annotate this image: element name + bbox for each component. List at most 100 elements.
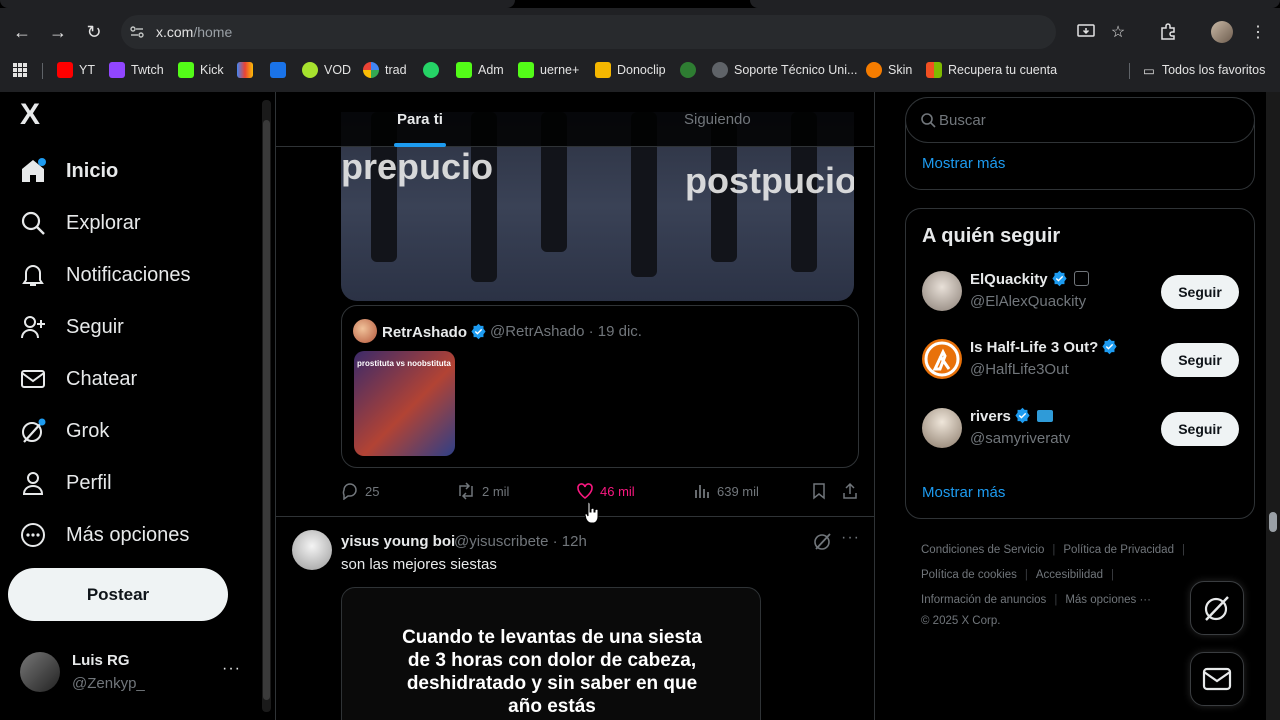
views-button[interactable]: 639 mil (693, 482, 759, 500)
tab-other[interactable] (750, 0, 1280, 8)
bookmark-yt[interactable]: YT (57, 61, 95, 79)
gmail-icon (237, 62, 253, 78)
bookmark-uerne[interactable]: uerne+ (518, 61, 579, 79)
all-bookmarks[interactable]: ▭ Todos los favoritos (1143, 61, 1265, 79)
bookmark-whatsapp[interactable] (423, 61, 445, 79)
grok-icon[interactable] (813, 531, 833, 551)
mail-icon (1202, 667, 1232, 691)
sidebar-item-notificaciones[interactable]: Notificaciones (18, 253, 191, 297)
more-dots-icon[interactable]: ··· (841, 529, 860, 547)
follow-button[interactable]: Seguir (1161, 343, 1239, 377)
footer-link[interactable]: Accesibilidad (1036, 569, 1103, 581)
apps-grid-icon[interactable] (12, 61, 28, 79)
post-image[interactable]: Cuando te levantas de una siesta de 3 ho… (341, 587, 761, 720)
quote-author-name[interactable]: RetrAshado (382, 323, 487, 341)
bookmark-trad[interactable]: trad (363, 61, 407, 79)
x-logo[interactable]: X (20, 98, 40, 132)
bookmark-skin[interactable]: Skin (866, 61, 912, 79)
quote-image[interactable]: prostituta vs noobstituta (354, 351, 455, 456)
post-handle: @yisuscribete · 12h (454, 533, 587, 550)
site-settings-icon[interactable] (129, 24, 145, 40)
suggestion-name[interactable]: ElQuackity (970, 270, 1089, 288)
post-author-name[interactable]: yisus young boi (341, 533, 455, 550)
extensions-icon[interactable] (1155, 19, 1181, 45)
follow-button[interactable]: Seguir (1161, 412, 1239, 446)
share-icon[interactable] (841, 482, 865, 500)
footer-link[interactable]: Política de cookies (921, 569, 1017, 581)
bookmark-kick[interactable]: Kick (178, 61, 224, 79)
sidebar-scrollbar[interactable] (262, 100, 271, 712)
follow-button[interactable]: Seguir (1161, 275, 1239, 309)
tab-para-ti[interactable]: Para ti (397, 111, 443, 128)
avatar[interactable] (292, 530, 332, 570)
suggestion-handle: @samyriveratv (970, 430, 1071, 447)
install-app-icon[interactable] (1073, 19, 1099, 45)
avatar (922, 408, 962, 448)
profile-avatar[interactable] (1211, 21, 1233, 43)
scrollbar-thumb[interactable] (263, 120, 270, 700)
bookmark-xbox[interactable] (680, 61, 702, 79)
sidebar-item-explorar[interactable]: Explorar (18, 201, 140, 245)
address-bar[interactable]: x.com/home (121, 15, 1056, 49)
tab-siguiendo[interactable]: Siguiendo (684, 111, 751, 128)
globe-icon (712, 62, 728, 78)
grok-icon (18, 416, 48, 446)
forward-icon[interactable]: → (45, 19, 71, 45)
bookmark-gmail[interactable] (237, 61, 259, 79)
sidebar-item-label: Inicio (66, 159, 119, 182)
follow-suggestion[interactable]: ElQuackity @ElAlexQuackity Seguir (922, 267, 1242, 321)
bookmark-icon[interactable] (811, 482, 833, 500)
affiliate-badge-icon (1036, 410, 1053, 422)
scrollbar-thumb[interactable] (1269, 512, 1277, 532)
page-scrollbar[interactable] (1266, 92, 1280, 720)
menu-dots-icon[interactable]: ⋮ (1245, 19, 1271, 45)
grok-fab-button[interactable] (1190, 581, 1244, 635)
bookmark-twtch[interactable]: Twtch (109, 61, 164, 79)
follow-suggestion[interactable]: rivers @samyriveratv Seguir (922, 404, 1242, 458)
sidebar-item-perfil[interactable]: Perfil (18, 461, 112, 505)
browser-chrome: ← → ↻ x.com/home ☆ ⋮ YT Twtch Kick VOD t… (0, 0, 1280, 92)
repost-button[interactable]: 2 mil (456, 482, 509, 500)
like-button[interactable]: 46 mil (576, 482, 635, 500)
sidebar-item-chatear[interactable]: Chatear (18, 357, 137, 401)
bookmark-donoclip[interactable]: Donoclip (595, 61, 666, 79)
reply-button[interactable]: 25 (341, 482, 379, 500)
sidebar-item-seguir[interactable]: Seguir (18, 305, 124, 349)
reply-icon (342, 483, 357, 500)
tab-active[interactable] (0, 0, 515, 8)
messages-fab-button[interactable] (1190, 652, 1244, 706)
suggestion-name[interactable]: rivers (970, 407, 1053, 425)
suggestion-name[interactable]: Is Half-Life 3 Out? (970, 338, 1118, 356)
suggestion-handle: @HalfLife3Out (970, 361, 1069, 378)
bookmarks-bar: YT Twtch Kick VOD trad Adm uerne+ Donocl… (0, 56, 1280, 84)
back-icon[interactable]: ← (9, 19, 35, 45)
show-more-link[interactable]: Mostrar más (922, 484, 1005, 501)
avatar (922, 339, 962, 379)
sidebar-item-grok[interactable]: Grok (18, 409, 109, 453)
bookmark-recupera[interactable]: Recupera tu cuenta (926, 61, 1057, 79)
bookmark-star-icon[interactable]: ☆ (1105, 19, 1131, 45)
show-more-link[interactable]: Mostrar más (922, 155, 1005, 172)
sidebar-item-inicio[interactable]: Inicio (18, 149, 118, 193)
avatar (353, 319, 377, 343)
bookmark-soporte[interactable]: Soporte Técnico Uni... (712, 61, 857, 79)
bookmark-blue[interactable] (270, 61, 292, 79)
footer-link[interactable]: Condiciones de Servicio (921, 544, 1044, 556)
reload-icon[interactable]: ↻ (81, 19, 107, 45)
media-text-left: prepucio (341, 146, 494, 187)
quoted-post[interactable]: RetrAshado @RetrAshado · 19 dic. prostit… (341, 305, 859, 468)
post[interactable]: yisus young boi @yisuscribete · 12h ··· … (276, 517, 874, 720)
footer-link[interactable]: Información de anuncios (921, 594, 1046, 606)
bookmark-vod[interactable]: VOD (302, 61, 351, 79)
search-input[interactable]: Buscar (905, 97, 1255, 143)
footer-link[interactable]: Más opciones ··· (1065, 594, 1151, 606)
more-circle-icon (18, 520, 48, 550)
footer-link[interactable]: Política de Privacidad (1063, 544, 1174, 556)
url-text: x.com/home (156, 24, 233, 40)
post-button[interactable]: Postear (8, 568, 228, 621)
more-dots-icon[interactable]: ··· (222, 660, 241, 678)
follow-suggestion[interactable]: Is Half-Life 3 Out? @HalfLife3Out Seguir (922, 335, 1242, 389)
account-switcher[interactable]: Luis RG @Zenkyp_ ··· (18, 648, 248, 698)
sidebar-item-mas-opciones[interactable]: Más opciones (18, 513, 189, 557)
bookmark-adm[interactable]: Adm (456, 61, 504, 79)
